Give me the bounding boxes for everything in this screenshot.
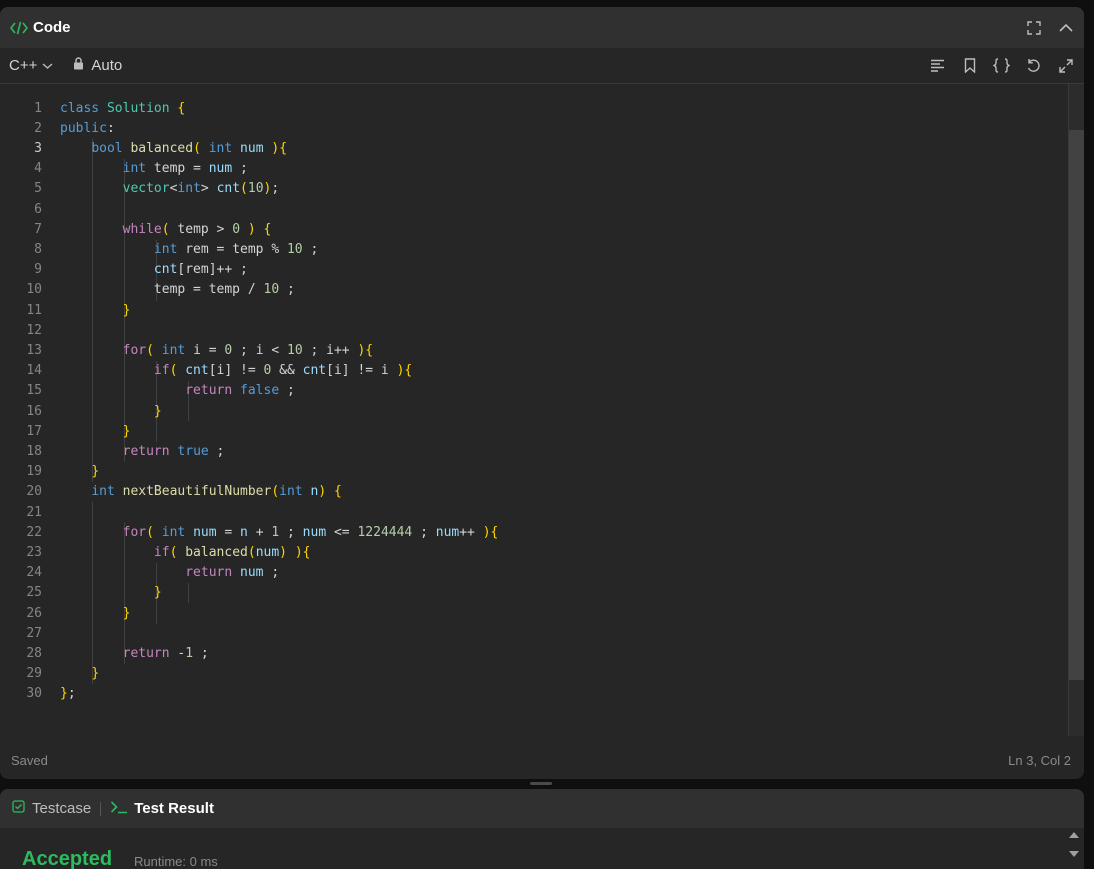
line-number-gutter: 1 2 3 4 5 6 7 8 9 10 11 12 13 14 15 16 1… — [0, 84, 44, 736]
code-line: return true ; — [122, 443, 225, 459]
code-line: return -1 ; — [122, 645, 209, 661]
code-line: } — [122, 302, 131, 318]
line-number: 1 — [34, 100, 42, 116]
code-line: int temp = num ; — [122, 161, 248, 177]
code-line: } — [153, 403, 162, 419]
line-number: 21 — [26, 504, 42, 520]
panel-title-wrap: Code — [10, 19, 71, 36]
code-line: return false ; — [185, 383, 295, 399]
line-number: 17 — [26, 423, 42, 439]
tab-separator — [100, 801, 102, 816]
bookmark-icon[interactable] — [961, 57, 978, 74]
line-number: 24 — [26, 565, 42, 581]
line-number: 9 — [34, 262, 42, 278]
tab-testcase-label: Testcase — [32, 800, 92, 817]
format-lines-icon[interactable] — [929, 57, 946, 74]
panel-header: Code — [0, 7, 1084, 48]
code-line: vector<int> cnt(10); — [122, 181, 280, 197]
line-number: 27 — [26, 625, 42, 641]
line-number: 8 — [34, 241, 42, 257]
reset-undo-icon[interactable] — [1025, 57, 1042, 74]
code-line-active: bool balanced( int num ){ — [91, 140, 288, 156]
terminal-prompt-icon — [110, 800, 134, 818]
line-number: 2 — [34, 120, 42, 136]
cursor-position: Ln 3, Col 2 — [1008, 753, 1071, 768]
line-number: 26 — [26, 605, 42, 621]
line-number: 30 — [26, 686, 42, 702]
line-number: 16 — [26, 403, 42, 419]
code-line: return num ; — [185, 565, 280, 581]
code-line: for( int num = n + 1 ; num <= 1224444 ; … — [122, 524, 499, 540]
code-line: int nextBeautifulNumber(int n) { — [91, 484, 342, 500]
tool-icons — [929, 48, 1074, 83]
code-line: public: — [60, 120, 115, 136]
code-line: } — [153, 585, 162, 601]
result-status: Accepted — [22, 848, 113, 869]
tab-testcase[interactable]: Testcase — [12, 800, 91, 817]
language-select[interactable]: C++ — [9, 57, 53, 74]
line-number: 18 — [26, 443, 42, 459]
line-number: 23 — [26, 544, 42, 560]
header-actions — [1026, 7, 1074, 48]
line-number: 12 — [26, 322, 42, 338]
checkbox-icon — [12, 800, 32, 817]
code-line: int rem = temp % 10 ; — [153, 241, 319, 257]
code-line: }; — [60, 686, 76, 702]
bottom-tabs: Testcase Test Result — [0, 789, 1084, 828]
panel-title: Code — [33, 19, 71, 36]
line-number: 7 — [34, 221, 42, 237]
line-number: 14 — [26, 363, 42, 379]
code-line: } — [122, 605, 131, 621]
line-number: 29 — [26, 666, 42, 682]
tab-test-result-label: Test Result — [134, 800, 214, 817]
tab-test-result[interactable]: Test Result — [110, 800, 214, 818]
code-panel: Code C++ Auto 1 2 3 4 5 6 7 8 9 10 11 12… — [0, 7, 1084, 779]
code-line: cnt[rem]++ ; — [153, 262, 248, 278]
line-number: 4 — [34, 161, 42, 177]
line-number: 6 — [34, 201, 42, 217]
line-number: 25 — [26, 585, 42, 601]
code-editor[interactable]: 1 2 3 4 5 6 7 8 9 10 11 12 13 14 15 16 1… — [0, 84, 1084, 736]
lock-icon — [73, 57, 91, 74]
code-brackets-icon — [10, 21, 28, 35]
auto-mode-toggle[interactable]: Auto — [73, 57, 122, 74]
line-number-active: 3 — [34, 140, 42, 156]
code-line: if( balanced(num) ){ — [153, 544, 311, 560]
language-label: C++ — [9, 57, 38, 74]
line-number: 20 — [26, 484, 42, 500]
code-line: } — [91, 464, 100, 480]
code-line: temp = temp / 10 ; — [60, 282, 295, 298]
runtime-label: Runtime: 0 ms — [134, 854, 218, 869]
indent-guide — [188, 583, 189, 603]
result-scroll-arrows[interactable] — [1067, 829, 1081, 860]
code-line: if( cnt[i] != 0 && cnt[i] != i ){ — [153, 363, 413, 379]
chevron-down-icon — [37, 57, 53, 74]
code-line: while( temp > 0 ) { — [122, 221, 272, 237]
curly-braces-icon[interactable] — [993, 57, 1010, 74]
line-number: 5 — [34, 181, 42, 197]
expand-icon[interactable] — [1057, 57, 1074, 74]
code-line: } — [122, 423, 131, 439]
panel-resize-handle[interactable] — [530, 782, 552, 785]
code-line: } — [91, 666, 100, 682]
auto-mode-label: Auto — [91, 57, 123, 74]
line-number: 11 — [26, 302, 42, 318]
code-line: for( int i = 0 ; i < 10 ; i++ ){ — [122, 342, 374, 358]
collapse-chevron-up-icon[interactable] — [1058, 20, 1074, 36]
line-number: 28 — [26, 645, 42, 661]
line-number: 13 — [26, 342, 42, 358]
line-number: 10 — [26, 282, 42, 298]
code-text-area[interactable]: class Solution { public: bool balanced( … — [60, 84, 1064, 736]
line-number: 22 — [26, 524, 42, 540]
line-number: 19 — [26, 464, 42, 480]
line-number: 15 — [26, 383, 42, 399]
test-result-panel: Testcase Test Result Accepted Runtime: 0… — [0, 789, 1084, 869]
saved-status: Saved — [11, 753, 48, 768]
code-line: class Solution { — [60, 100, 186, 116]
editor-scrollbar-thumb[interactable] — [1069, 130, 1084, 680]
editor-toolbar: C++ Auto — [0, 48, 1084, 84]
fullscreen-icon[interactable] — [1026, 20, 1042, 36]
